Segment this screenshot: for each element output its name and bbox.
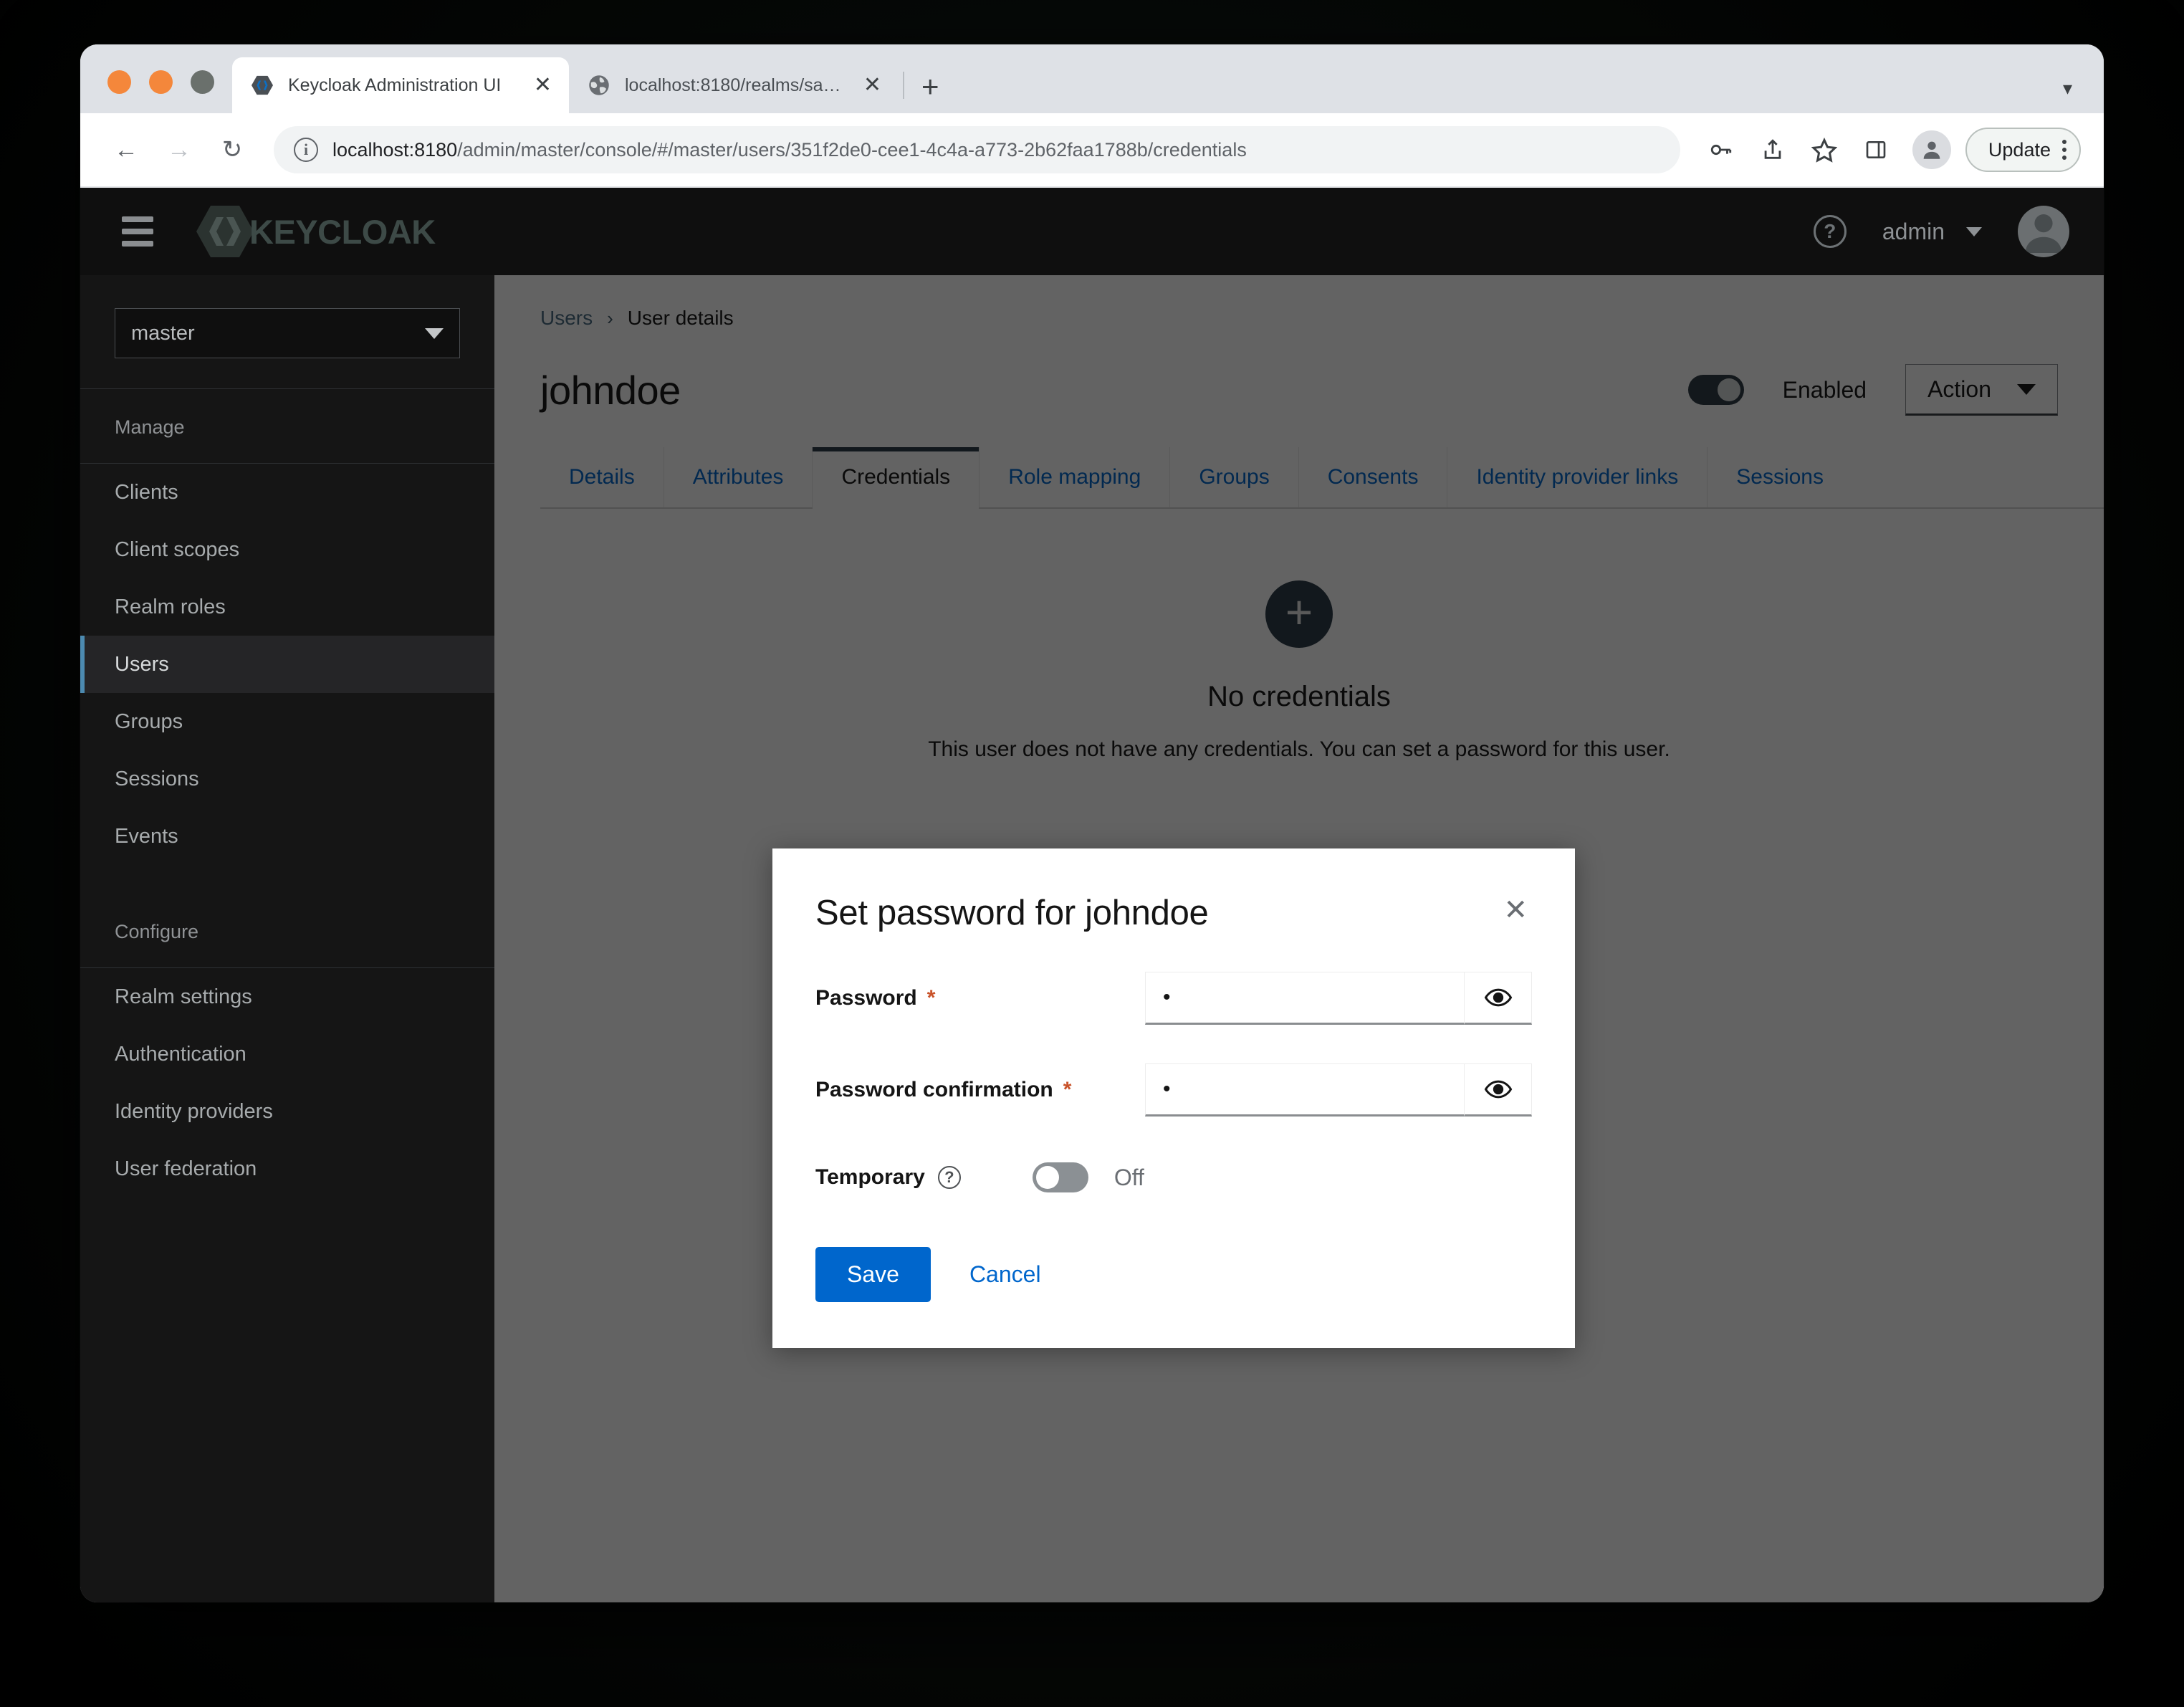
modal-footer: Save Cancel [815, 1247, 1532, 1302]
password-confirmation-label: Password confirmation * [815, 1078, 1145, 1102]
window-close-button[interactable] [107, 70, 131, 94]
nav-group-title-configure: Configure [80, 894, 494, 967]
close-icon[interactable]: ✕ [534, 75, 552, 96]
sidebar-item-authentication[interactable]: Authentication [80, 1025, 494, 1083]
save-button[interactable]: Save [815, 1247, 931, 1302]
temporary-label: Temporary ? [815, 1165, 961, 1190]
user-menu-label: admin [1882, 219, 1945, 245]
browser-toolbar: ← → ↻ i localhost:8180/admin/master/cons… [80, 113, 2104, 188]
update-button[interactable]: Update [1965, 128, 2081, 172]
caret-down-icon [425, 328, 444, 339]
back-button[interactable]: ← [103, 127, 149, 173]
set-password-modal: Set password for johndoe ✕ Password * • [772, 848, 1575, 1348]
caret-down-icon [1966, 227, 1982, 236]
password-label-text: Password [815, 986, 917, 1010]
sidebar-item-realm-roles[interactable]: Realm roles [80, 578, 494, 636]
eye-icon[interactable] [1465, 1063, 1532, 1117]
realm-selector[interactable]: master [115, 308, 460, 358]
keycloak-logo-icon [196, 204, 254, 259]
browser-tab-1[interactable]: localhost:8180/realms/sample/ ✕ [569, 57, 899, 113]
password-confirmation-input-group: • [1145, 1063, 1532, 1117]
chevron-down-icon[interactable]: ▾ [2063, 77, 2072, 100]
url-host: localhost:8180 [332, 139, 457, 161]
sidebar-item-users[interactable]: Users [80, 636, 494, 693]
password-input[interactable]: • [1145, 972, 1465, 1025]
browser-tab-0[interactable]: Keycloak Administration UI ✕ [232, 57, 569, 113]
globe-icon [588, 74, 610, 97]
password-confirmation-label-text: Password confirmation [815, 1078, 1053, 1102]
sidebar-item-groups[interactable]: Groups [80, 693, 494, 750]
profile-icon[interactable] [1912, 130, 1951, 169]
new-tab-button[interactable]: + [909, 72, 952, 113]
password-confirmation-field-row: Password confirmation * • [815, 1063, 1532, 1117]
user-menu[interactable]: admin [1882, 219, 1982, 245]
eye-icon[interactable] [1465, 972, 1532, 1025]
cancel-button[interactable]: Cancel [947, 1247, 1064, 1302]
sidepanel-icon[interactable] [1854, 128, 1898, 172]
key-icon[interactable] [1699, 128, 1743, 172]
masthead-actions: ? admin [1814, 206, 2069, 257]
star-icon[interactable] [1802, 128, 1847, 172]
share-icon[interactable] [1750, 128, 1795, 172]
password-input-group: • [1145, 972, 1532, 1025]
help-icon[interactable]: ? [1814, 215, 1847, 248]
url-path: /admin/master/console/#/master/users/351… [457, 139, 1247, 161]
close-icon[interactable]: ✕ [1499, 893, 1532, 927]
desktop-background: Keycloak Administration UI ✕ localhost:8… [0, 0, 2184, 1707]
keycloak-logo[interactable]: KEYCLOAK [196, 204, 436, 259]
update-button-label: Update [1988, 139, 2051, 161]
temporary-row: Temporary ? Off [815, 1162, 1532, 1192]
nav-group-title-manage: Manage [80, 389, 494, 463]
browser-window: Keycloak Administration UI ✕ localhost:8… [80, 44, 2104, 1602]
hamburger-icon[interactable] [109, 206, 166, 257]
reload-button[interactable]: ↻ [209, 127, 255, 173]
keycloak-app: KEYCLOAK ? admin [80, 188, 2104, 1602]
sidebar-item-clients[interactable]: Clients [80, 464, 494, 521]
info-icon[interactable]: i [294, 138, 318, 162]
sidebar-item-identity-providers[interactable]: Identity providers [80, 1083, 494, 1140]
window-minimize-button[interactable] [149, 70, 173, 94]
modal-header: Set password for johndoe ✕ [815, 893, 1532, 933]
window-traffic-lights [107, 70, 214, 94]
password-confirmation-input[interactable]: • [1145, 1063, 1465, 1117]
realm-selector-wrap: master [80, 275, 494, 388]
sidebar-item-realm-settings[interactable]: Realm settings [80, 968, 494, 1025]
password-label: Password * [815, 986, 1145, 1010]
required-marker: * [927, 988, 936, 1009]
sidebar-item-client-scopes[interactable]: Client scopes [80, 521, 494, 578]
sidebar-item-sessions[interactable]: Sessions [80, 750, 494, 808]
temporary-toggle[interactable] [1033, 1162, 1088, 1192]
url-text: localhost:8180/admin/master/console/#/ma… [332, 139, 1247, 161]
keycloak-brand-text: KEYCLOAK [249, 212, 436, 252]
keycloak-icon [251, 74, 274, 97]
close-icon[interactable]: ✕ [863, 75, 881, 96]
window-zoom-button[interactable] [191, 70, 214, 94]
forward-button[interactable]: → [156, 127, 202, 173]
sidebar: master Manage Clients Client scopes Real… [80, 275, 494, 1602]
browser-tab-strip: Keycloak Administration UI ✕ localhost:8… [80, 44, 2104, 113]
tab-divider [903, 72, 904, 99]
browser-tab-title: Keycloak Administration UI [288, 75, 519, 96]
keycloak-masthead: KEYCLOAK ? admin [80, 188, 2104, 275]
avatar[interactable] [2018, 206, 2069, 257]
toggle-knob [1036, 1166, 1059, 1189]
temporary-control: Off [1033, 1162, 1144, 1192]
kebab-menu-icon[interactable] [2062, 140, 2066, 160]
nav-spacer [80, 865, 494, 894]
temporary-state-label: Off [1114, 1165, 1144, 1191]
sidebar-item-events[interactable]: Events [80, 808, 494, 865]
address-bar[interactable]: i localhost:8180/admin/master/console/#/… [274, 126, 1680, 173]
password-field-row: Password * • [815, 972, 1532, 1025]
browser-tab-title: localhost:8180/realms/sample/ [625, 75, 849, 96]
realm-selector-value: master [131, 322, 195, 345]
temporary-label-text: Temporary [815, 1165, 925, 1190]
modal-title: Set password for johndoe [815, 893, 1208, 933]
help-icon[interactable]: ? [938, 1166, 961, 1189]
required-marker: * [1063, 1079, 1072, 1101]
sidebar-item-user-federation[interactable]: User federation [80, 1140, 494, 1197]
